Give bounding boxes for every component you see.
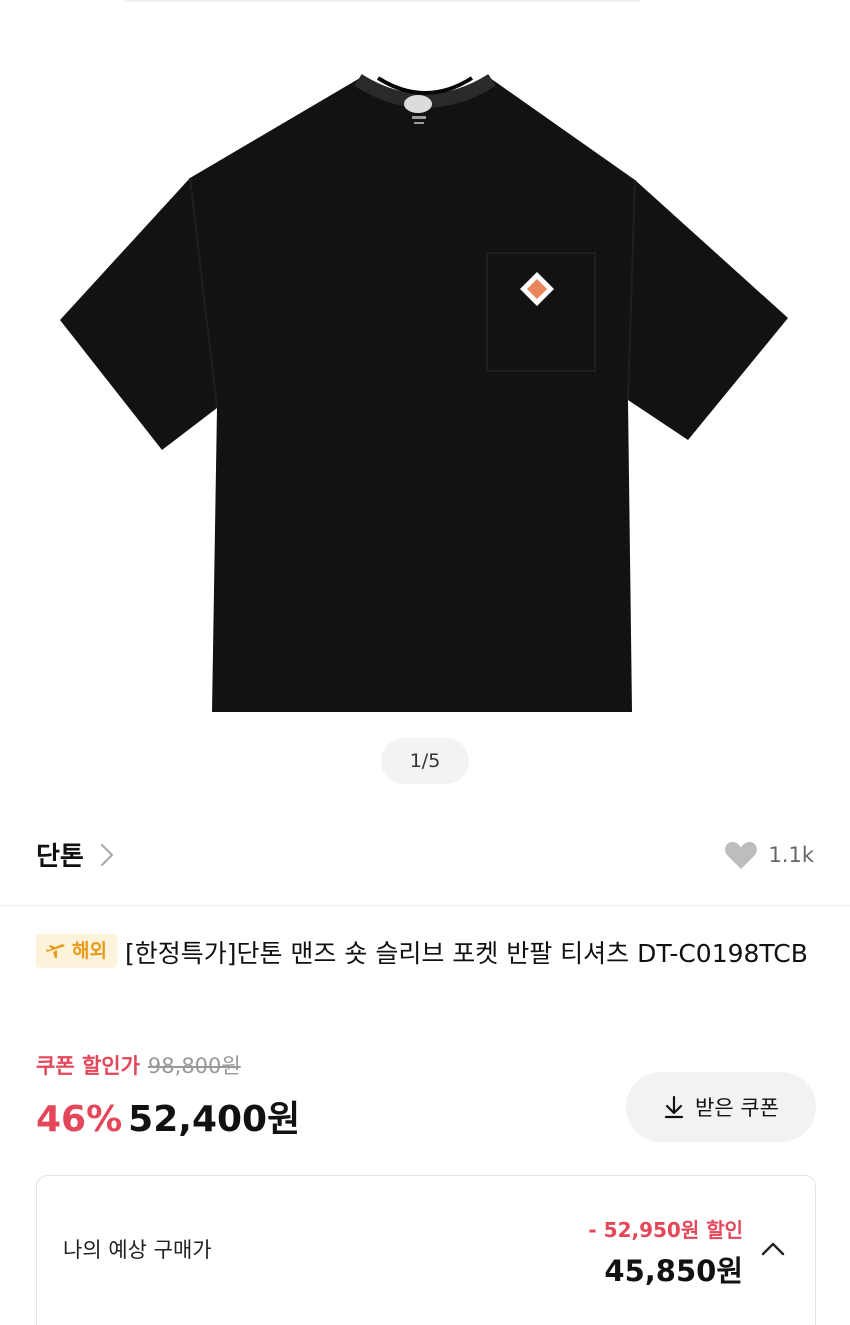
original-price: 98,800원	[147, 1054, 241, 1078]
product-image	[60, 74, 788, 712]
brand-link[interactable]: 단톤	[36, 836, 116, 873]
discount-rate: 46%	[36, 1099, 123, 1140]
badge-label: 해외	[72, 939, 107, 962]
sale-price: 52,400원	[128, 1099, 301, 1140]
image-pager: 1/5	[381, 738, 469, 784]
estimated-price-card[interactable]: 나의 예상 구매가 - 52,950원 할인 45,850원	[36, 1175, 816, 1325]
coupon-price-label-row: 쿠폰 할인가 98,800원	[36, 1050, 241, 1080]
estimate-discount: - 52,950원 할인	[588, 1218, 743, 1242]
product-title-block: 해외 [한정특가]단톤 맨즈 숏 슬리브 포켓 반팔 티셔츠 DT-C0198T…	[36, 932, 816, 975]
coupon-price-label: 쿠폰 할인가	[36, 1054, 140, 1078]
chevron-right-icon	[100, 843, 113, 866]
price-row: 46% 52,400원	[36, 1090, 300, 1142]
brand-name: 단톤	[36, 842, 84, 872]
airplane-icon	[46, 944, 65, 958]
product-title: [한정특가]단톤 맨즈 숏 슬리브 포켓 반팔 티셔츠 DT-C0198TCB	[124, 939, 808, 968]
like-count: 1.1k	[768, 843, 814, 867]
coupon-button-label: 받은 쿠폰	[695, 1096, 779, 1120]
received-coupon-button[interactable]: 받은 쿠폰	[626, 1072, 816, 1142]
section-divider	[0, 905, 850, 906]
like-button[interactable]: 1.1k	[724, 840, 814, 870]
overseas-badge: 해외	[36, 934, 117, 968]
chevron-up-icon[interactable]	[759, 1238, 787, 1258]
heart-icon	[725, 842, 758, 869]
estimate-price: 45,850원	[604, 1254, 743, 1288]
product-image-gallery[interactable]	[0, 0, 850, 800]
estimate-label: 나의 예상 구매가	[63, 1238, 212, 1262]
download-icon	[664, 1095, 684, 1119]
